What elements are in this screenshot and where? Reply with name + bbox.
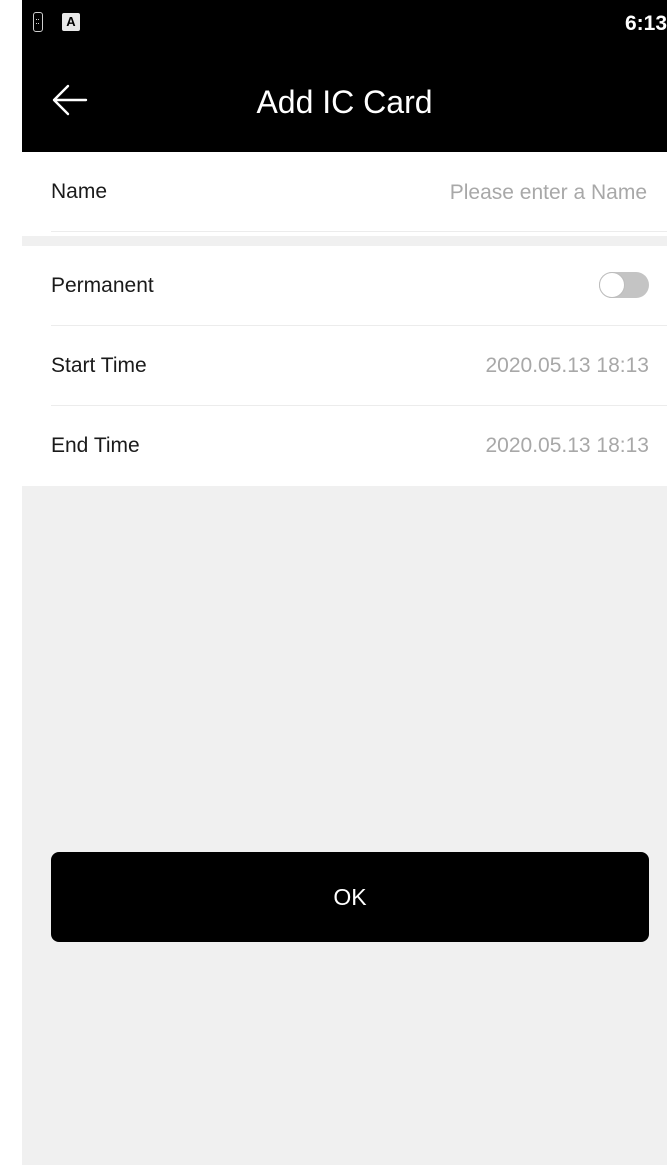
permanent-toggle[interactable] bbox=[599, 272, 649, 298]
permanent-label: Permanent bbox=[51, 274, 154, 297]
end-time-value[interactable]: 2020.05.13 18:13 bbox=[486, 406, 650, 486]
start-time-row[interactable]: Start Time 2020.05.13 18:13 bbox=[22, 326, 667, 406]
app-bar: Add IC Card bbox=[22, 62, 667, 152]
ok-button[interactable]: OK bbox=[51, 852, 649, 942]
start-time-value[interactable]: 2020.05.13 18:13 bbox=[486, 326, 650, 406]
name-section: Name bbox=[22, 152, 667, 236]
name-row[interactable]: Name bbox=[22, 152, 667, 234]
page-title: Add IC Card bbox=[256, 84, 433, 120]
screen: A 6:13 Add IC Card Name Permanent Start … bbox=[22, 0, 667, 1165]
name-label: Name bbox=[51, 180, 108, 203]
phone-icon bbox=[33, 12, 43, 32]
start-time-label: Start Time bbox=[51, 354, 147, 377]
end-time-row[interactable]: End Time 2020.05.13 18:13 bbox=[22, 406, 667, 486]
status-time: 6:13 bbox=[624, 12, 667, 35]
divider bbox=[51, 231, 667, 232]
permanent-row: Permanent bbox=[22, 246, 667, 326]
status-bar: A 6:13 bbox=[22, 0, 667, 62]
validity-section: Permanent Start Time 2020.05.13 18:13 En… bbox=[22, 246, 667, 486]
name-input[interactable] bbox=[345, 152, 649, 234]
notification-icon: A bbox=[62, 13, 80, 31]
end-time-label: End Time bbox=[51, 434, 140, 457]
toggle-knob bbox=[599, 272, 625, 298]
